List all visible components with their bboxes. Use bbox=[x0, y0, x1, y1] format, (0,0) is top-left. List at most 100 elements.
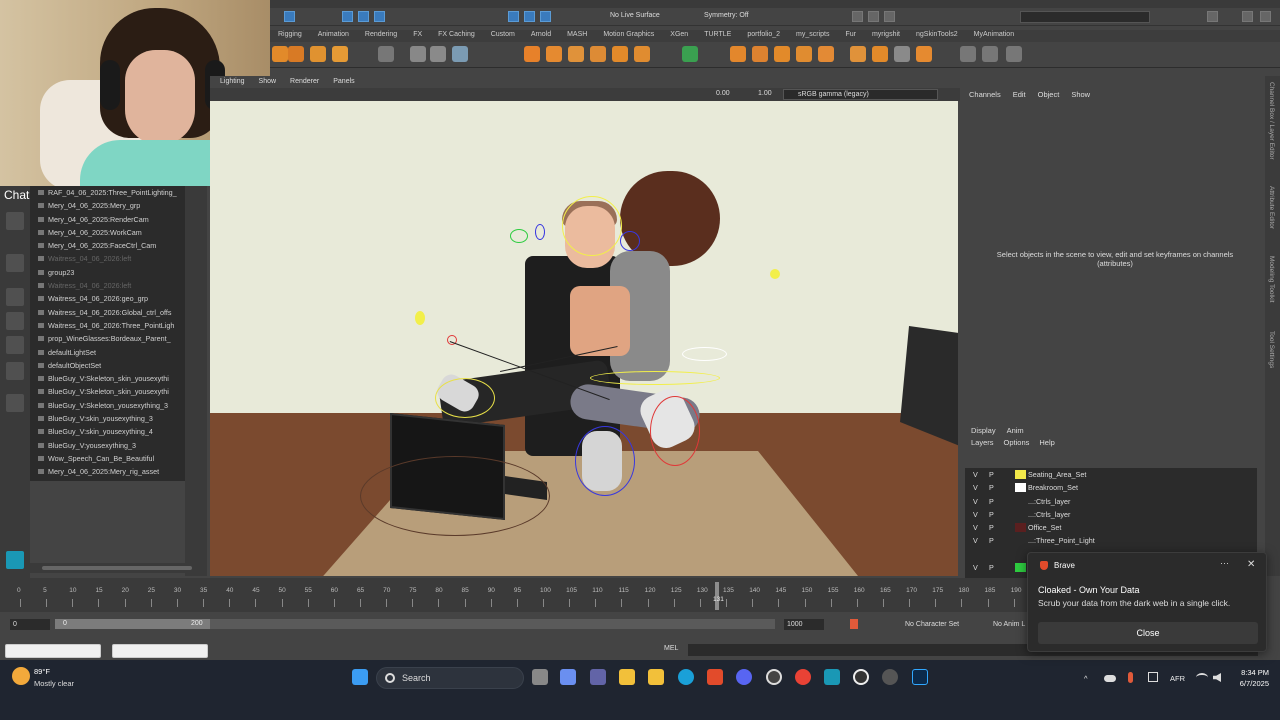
render-frame-icon[interactable] bbox=[852, 11, 863, 22]
shelf-sine-icon[interactable] bbox=[872, 46, 888, 62]
edge-icon[interactable] bbox=[678, 669, 694, 685]
move-tool-icon[interactable] bbox=[342, 11, 353, 22]
chrome-icon[interactable] bbox=[795, 669, 811, 685]
layout-single-icon[interactable] bbox=[6, 312, 24, 330]
select-tool-icon[interactable] bbox=[284, 11, 295, 22]
discord-icon[interactable] bbox=[736, 669, 752, 685]
shelf-cube-icon[interactable] bbox=[568, 46, 584, 62]
outliner-item[interactable]: group23 bbox=[30, 266, 185, 279]
windows-start-icon[interactable] bbox=[352, 669, 368, 685]
wifi-icon[interactable] bbox=[1196, 673, 1208, 682]
auto-key-icon[interactable] bbox=[850, 619, 858, 629]
layer-menu-help[interactable]: Help bbox=[1039, 438, 1054, 447]
rig-control-ring[interactable] bbox=[682, 347, 727, 361]
layer-playback-toggle[interactable]: P bbox=[989, 510, 994, 519]
outliner-horizontal-scrollbar[interactable] bbox=[30, 563, 205, 573]
expand-icon[interactable] bbox=[1260, 11, 1271, 22]
layer-row[interactable]: V P ...:Ctrls_layer bbox=[965, 495, 1257, 508]
shelf-joint-icon[interactable] bbox=[430, 46, 446, 62]
workspace-icon[interactable] bbox=[1207, 11, 1218, 22]
taskbar-search[interactable]: Search bbox=[376, 667, 524, 689]
obs-icon[interactable] bbox=[766, 669, 782, 685]
layer-visibility-toggle[interactable]: V bbox=[973, 563, 978, 572]
shelf-locator-icon[interactable] bbox=[452, 46, 468, 62]
shelf-tab[interactable]: Rendering bbox=[357, 30, 405, 39]
paint-icon[interactable] bbox=[6, 288, 24, 306]
layer-playback-toggle[interactable]: P bbox=[989, 563, 994, 572]
taskbar-preview-thumb[interactable] bbox=[5, 644, 101, 658]
channel-box-menu-edit[interactable]: Edit bbox=[1013, 90, 1026, 99]
layer-visibility-toggle[interactable]: V bbox=[973, 483, 978, 492]
shelf-mash-icon[interactable] bbox=[410, 46, 426, 62]
quick-search-field[interactable] bbox=[1020, 11, 1150, 23]
rig-control-ring[interactable] bbox=[620, 231, 640, 251]
outliner-item[interactable]: defaultObjectSet bbox=[30, 359, 185, 372]
layer-playback-toggle[interactable]: P bbox=[989, 470, 994, 479]
onedrive-icon[interactable] bbox=[1104, 675, 1116, 682]
layer-playback-toggle[interactable]: P bbox=[989, 523, 994, 532]
viewport-menu-lighting[interactable]: Lighting bbox=[220, 78, 245, 85]
layer-color-swatch[interactable] bbox=[1015, 563, 1026, 573]
taskbar-preview-thumb[interactable] bbox=[112, 644, 208, 658]
rig-control-ring[interactable] bbox=[562, 196, 622, 256]
shelf-cross-icon[interactable] bbox=[894, 46, 910, 62]
channel-box-menu-object[interactable]: Object bbox=[1038, 90, 1060, 99]
shelf-node-icon[interactable] bbox=[1006, 46, 1022, 62]
shelf-tab[interactable]: TURTLE bbox=[696, 30, 739, 39]
shelf-lattice-icon[interactable] bbox=[682, 46, 698, 62]
layer-visibility-toggle[interactable]: V bbox=[973, 523, 978, 532]
outliner-item[interactable]: BlueGuy_V:yousexything_3 bbox=[30, 439, 185, 452]
snap-point-icon[interactable] bbox=[540, 11, 551, 22]
snap-curve-icon[interactable] bbox=[524, 11, 535, 22]
main-menubar[interactable] bbox=[270, 0, 1280, 8]
live-surface-label[interactable]: No Live Surface bbox=[610, 12, 660, 19]
channel-box-menu-show[interactable]: Show bbox=[1071, 90, 1090, 99]
layer-color-swatch[interactable] bbox=[1015, 510, 1026, 519]
shelf-curve-icon[interactable] bbox=[272, 46, 288, 62]
layer-row[interactable]: V P Seating_Area_Set bbox=[965, 468, 1257, 481]
rig-control-ring[interactable] bbox=[360, 456, 550, 536]
shelf-tab[interactable]: FX Caching bbox=[430, 30, 483, 39]
outliner-item[interactable]: BlueGuy_V:skin_yousexything_4 bbox=[30, 425, 185, 438]
shelf-spring-icon[interactable] bbox=[288, 46, 304, 62]
outliner-item[interactable]: BlueGuy_V:Skeleton_skin_yousexythi bbox=[30, 372, 185, 385]
anim-layer-dropdown[interactable]: No Anim L bbox=[990, 619, 1030, 630]
range-slider-handle[interactable]: 0 200 bbox=[55, 619, 210, 629]
shelf-twist-icon[interactable] bbox=[796, 46, 812, 62]
shelf-bend-icon[interactable] bbox=[752, 46, 768, 62]
side-tab[interactable]: Modeling Toolkit bbox=[1268, 256, 1275, 303]
outliner-item[interactable]: BlueGuy_V:skin_yousexything_3 bbox=[30, 412, 185, 425]
pen-icon[interactable] bbox=[1148, 672, 1158, 682]
outliner-item[interactable]: Mery_04_06_2025:Mery_rig_asset bbox=[30, 465, 185, 478]
range-slider-track[interactable]: 0 200 bbox=[55, 619, 775, 629]
shelf-flare-icon[interactable] bbox=[850, 46, 866, 62]
steam-icon[interactable] bbox=[882, 669, 898, 685]
layer-row[interactable]: V P ...:Three_Point_Light bbox=[965, 534, 1257, 547]
shelf-tab[interactable]: Rigging bbox=[270, 30, 310, 39]
outliner-item[interactable]: Waitress_04_06_2026:left bbox=[30, 252, 185, 265]
layer-playback-toggle[interactable]: P bbox=[989, 483, 994, 492]
shelf-tab[interactable]: myrigshit bbox=[864, 30, 908, 39]
time-slider[interactable]: 0 5 10 15 20 25 30 35 40 45 50 55 60 65 70 75 80 85 90 95 10… bbox=[0, 578, 1048, 612]
brave-icon[interactable] bbox=[707, 669, 723, 685]
color-space-dropdown[interactable]: sRGB gamma (legacy) bbox=[783, 89, 938, 100]
shelf-tab[interactable]: Arnold bbox=[523, 30, 559, 39]
shelf-tab[interactable]: XGen bbox=[662, 30, 696, 39]
layer-tab-display[interactable]: Display bbox=[971, 426, 996, 435]
shelf-pen-icon[interactable] bbox=[960, 46, 976, 62]
side-tab[interactable]: Channel Box / Layer Editor bbox=[1268, 82, 1275, 160]
settings-icon[interactable] bbox=[1242, 11, 1253, 22]
task-view-icon[interactable] bbox=[532, 669, 548, 685]
scrollbar-thumb[interactable] bbox=[42, 566, 192, 570]
outliner-item[interactable]: Mery_04_06_2025:RenderCam bbox=[30, 213, 185, 226]
shelf-tab[interactable]: MyAnimation bbox=[966, 30, 1022, 39]
shelf-wave-icon[interactable] bbox=[774, 46, 790, 62]
shelf-tab[interactable]: MASH bbox=[559, 30, 595, 39]
select-icon[interactable] bbox=[6, 212, 24, 230]
outliner-item[interactable]: Wow_Speech_Can_Be_Beautiful bbox=[30, 452, 185, 465]
shelf-tab[interactable]: Motion Graphics bbox=[595, 30, 662, 39]
more-options-icon[interactable]: ··· bbox=[1220, 558, 1229, 568]
copilot-icon[interactable] bbox=[560, 669, 576, 685]
shelf-tab[interactable]: portfolio_2 bbox=[739, 30, 788, 39]
rig-control-ring[interactable] bbox=[415, 311, 425, 325]
